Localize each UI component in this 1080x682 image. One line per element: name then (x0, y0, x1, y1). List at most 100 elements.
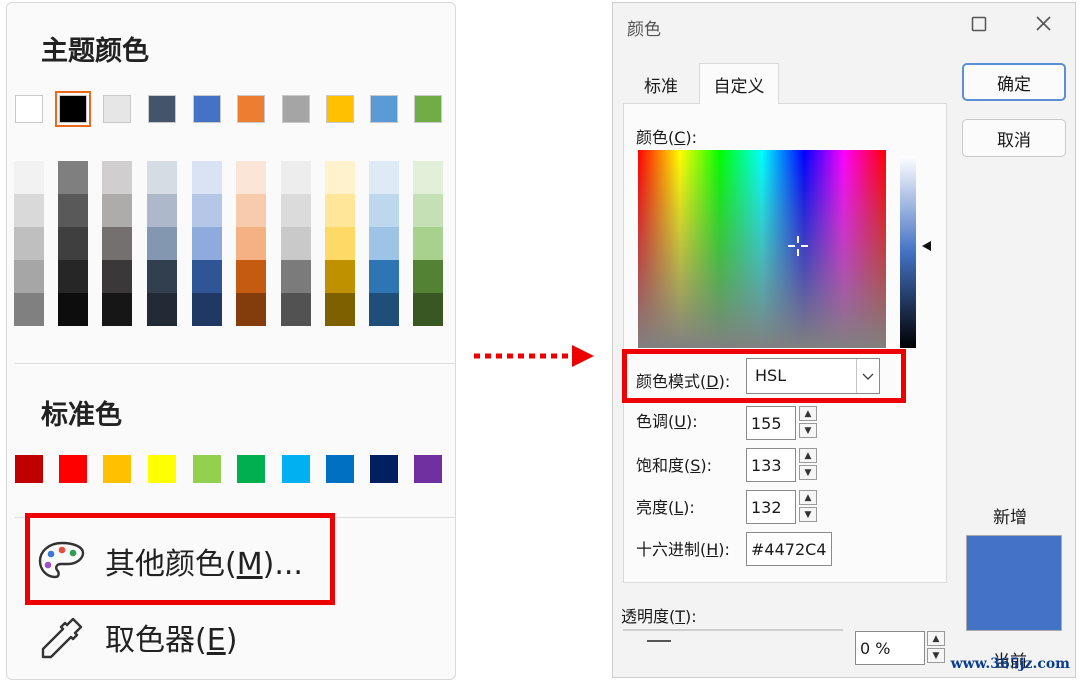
theme-color-swatch[interactable] (148, 95, 176, 123)
hue-input[interactable]: 155 (746, 406, 796, 440)
theme-shade-swatch[interactable] (192, 293, 222, 326)
theme-color-swatch[interactable] (103, 95, 131, 123)
standard-color-swatch[interactable] (15, 455, 43, 483)
colors-label: 颜色(C): (636, 128, 698, 147)
theme-shade-swatch[interactable] (192, 260, 222, 293)
theme-shade-swatch[interactable] (58, 260, 88, 293)
spin-up-icon: ▲ (799, 490, 817, 505)
ok-button[interactable]: 确定 (962, 63, 1066, 101)
standard-color-swatch[interactable] (370, 455, 398, 483)
theme-shade-swatch[interactable] (58, 293, 88, 326)
standard-color-swatch[interactable] (193, 455, 221, 483)
theme-shade-swatch[interactable] (236, 227, 266, 260)
theme-shade-swatch[interactable] (413, 227, 443, 260)
standard-color-swatch[interactable] (148, 455, 176, 483)
theme-shade-swatch[interactable] (58, 227, 88, 260)
theme-shade-swatch[interactable] (147, 227, 177, 260)
theme-shade-swatch[interactable] (58, 194, 88, 227)
theme-color-swatch[interactable] (237, 95, 265, 123)
theme-shade-swatch[interactable] (413, 260, 443, 293)
theme-shade-swatch[interactable] (281, 194, 311, 227)
theme-color-swatch[interactable] (326, 95, 354, 123)
theme-shade-swatch[interactable] (281, 293, 311, 326)
standard-color-swatch[interactable] (103, 455, 131, 483)
theme-shade-swatch[interactable] (325, 161, 355, 194)
theme-shade-swatch[interactable] (14, 260, 44, 293)
maximize-button[interactable] (971, 13, 987, 37)
theme-shade-swatch[interactable] (58, 161, 88, 194)
eyedropper-label: 取色器(E) (105, 623, 238, 658)
theme-shade-swatch[interactable] (413, 293, 443, 326)
theme-shade-swatch[interactable] (369, 194, 399, 227)
tab-standard[interactable]: 标准 (623, 67, 699, 101)
theme-shade-swatch[interactable] (281, 227, 311, 260)
theme-shade-swatch[interactable] (147, 194, 177, 227)
theme-shade-swatch[interactable] (14, 161, 44, 194)
theme-shade-swatch[interactable] (325, 227, 355, 260)
theme-shade-swatch[interactable] (413, 194, 443, 227)
theme-shade-swatch[interactable] (14, 293, 44, 326)
theme-shade-swatch[interactable] (281, 260, 311, 293)
standard-color-swatch[interactable] (326, 455, 354, 483)
theme-shade-swatch[interactable] (147, 293, 177, 326)
arrow-icon (474, 345, 594, 367)
theme-shade-swatch[interactable] (14, 227, 44, 260)
theme-shade-swatch[interactable] (102, 194, 132, 227)
luminance-spinner[interactable]: ▲ ▼ (799, 490, 819, 524)
theme-shade-swatch[interactable] (102, 260, 132, 293)
standard-color-swatch[interactable] (282, 455, 310, 483)
hue-spinner[interactable]: ▲ ▼ (799, 406, 819, 440)
theme-shade-swatch[interactable] (102, 227, 132, 260)
theme-color-swatch[interactable] (55, 91, 91, 127)
theme-shade-swatch[interactable] (413, 161, 443, 194)
theme-shade-swatch[interactable] (325, 260, 355, 293)
theme-shade-swatch[interactable] (369, 161, 399, 194)
transparency-input[interactable]: 0 % (855, 631, 925, 665)
theme-shade-swatch[interactable] (236, 260, 266, 293)
theme-shade-swatch[interactable] (192, 194, 222, 227)
close-icon (1036, 16, 1051, 31)
theme-shade-swatch[interactable] (192, 161, 222, 194)
color-dialog: 颜色 标准 自定义 颜色(C): 颜色模式(D): HSL 色调(U): 155… (612, 2, 1076, 678)
standard-color-swatch[interactable] (59, 455, 87, 483)
spin-down-icon: ▼ (927, 648, 945, 663)
transparency-thumb[interactable] (647, 640, 671, 642)
color-spectrum[interactable] (638, 150, 886, 348)
theme-shade-swatch[interactable] (369, 227, 399, 260)
hex-input[interactable]: #4472C4 (746, 532, 832, 566)
theme-shade-swatch[interactable] (325, 194, 355, 227)
standard-color-swatch[interactable] (414, 455, 442, 483)
theme-color-swatch[interactable] (282, 95, 310, 123)
luminance-slider[interactable] (900, 156, 936, 348)
theme-shade-swatch[interactable] (102, 161, 132, 194)
theme-shade-swatch[interactable] (369, 260, 399, 293)
saturation-spinner[interactable]: ▲ ▼ (799, 448, 819, 482)
menu-divider (15, 363, 455, 364)
transparency-track[interactable] (623, 629, 843, 631)
tab-custom[interactable]: 自定义 (699, 63, 779, 104)
luminance-input[interactable]: 132 (746, 490, 796, 524)
theme-shade-swatch[interactable] (236, 293, 266, 326)
saturation-input[interactable]: 133 (746, 448, 796, 482)
theme-shade-swatch[interactable] (147, 260, 177, 293)
theme-color-swatch[interactable] (193, 95, 221, 123)
theme-shade-swatch[interactable] (14, 194, 44, 227)
cancel-button[interactable]: 取消 (962, 119, 1066, 157)
close-button[interactable] (1035, 13, 1052, 37)
standard-color-swatch[interactable] (237, 455, 265, 483)
theme-shade-swatch[interactable] (236, 194, 266, 227)
theme-shade-swatch[interactable] (369, 293, 399, 326)
theme-shade-swatch[interactable] (102, 293, 132, 326)
theme-shade-swatch[interactable] (281, 161, 311, 194)
theme-color-swatch[interactable] (370, 95, 398, 123)
theme-shade-swatch[interactable] (236, 161, 266, 194)
theme-color-swatch[interactable] (15, 95, 43, 123)
luminance-label: 亮度(L): (636, 498, 695, 517)
theme-color-swatch[interactable] (414, 95, 442, 123)
transparency-spinner[interactable]: ▲ ▼ (927, 631, 947, 665)
spin-down-icon: ▼ (799, 465, 817, 480)
theme-shade-swatch[interactable] (325, 293, 355, 326)
eyedropper-item[interactable]: 取色器(E) (37, 611, 237, 663)
theme-shade-swatch[interactable] (147, 161, 177, 194)
theme-shade-swatch[interactable] (192, 227, 222, 260)
